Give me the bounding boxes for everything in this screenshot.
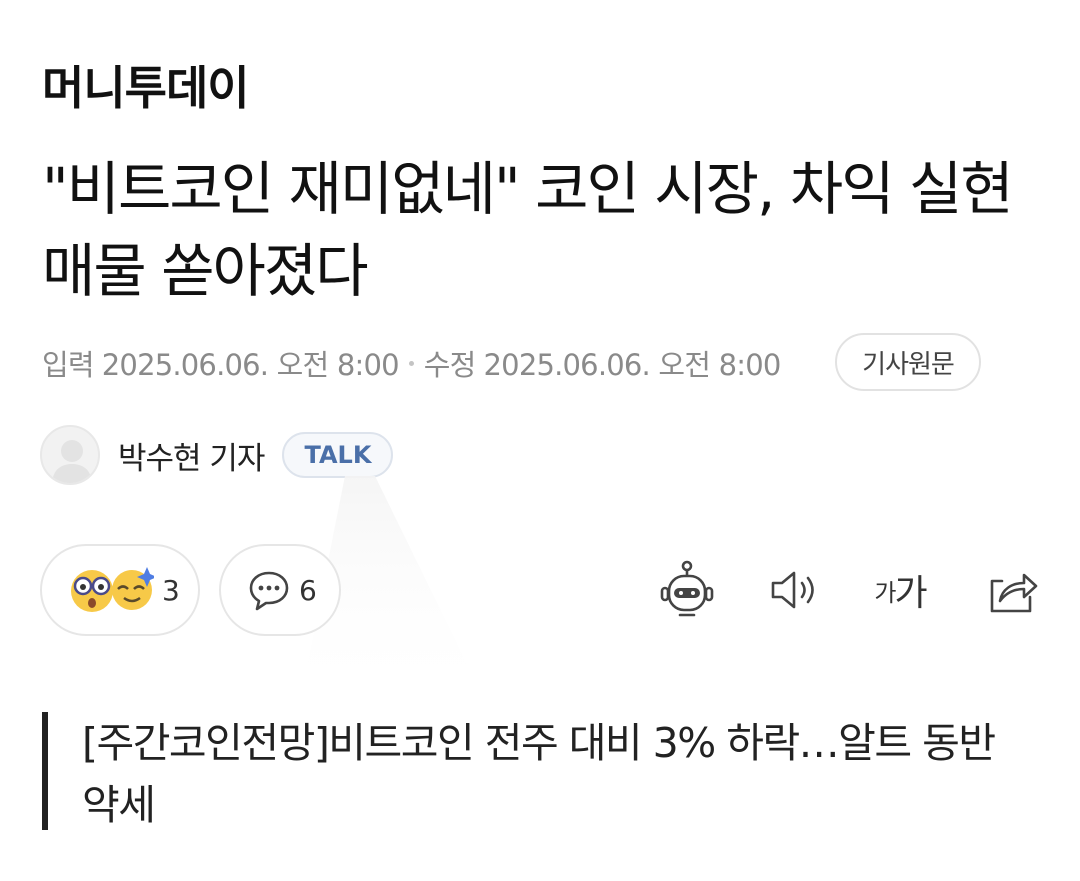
comment-count: 6 bbox=[299, 573, 317, 607]
speaker-icon bbox=[771, 571, 814, 609]
share-icon bbox=[990, 573, 1038, 613]
share-button[interactable] bbox=[976, 555, 1046, 625]
reaction-emoji-icon bbox=[71, 567, 154, 612]
reaction-count: 3 bbox=[162, 573, 180, 607]
modified-label: 수정 bbox=[423, 348, 477, 382]
article-meta: 입력 2025.06.06. 오전 8:00 수정 2025.06.06. 오전… bbox=[42, 334, 781, 392]
meta-separator bbox=[408, 360, 414, 366]
font-size-large-glyph: 가 bbox=[894, 573, 927, 614]
press-name[interactable]: 머니투데이 bbox=[42, 52, 250, 118]
talk-button[interactable]: TALK bbox=[282, 432, 394, 478]
article-headline: "비트코인 재미없네" 코인 시장, 차익 실현 매물 쏟아졌다 bbox=[42, 155, 1014, 305]
font-size-small-glyph: 가 bbox=[874, 578, 896, 607]
font-size-button[interactable]: 가가 bbox=[865, 555, 935, 625]
read-aloud-button[interactable] bbox=[758, 555, 828, 625]
original-article-button[interactable]: 기사원문 bbox=[835, 333, 981, 391]
speech-bubble-icon bbox=[249, 571, 289, 611]
modified-datetime: 2025.06.06. 오전 8:00 bbox=[483, 348, 782, 382]
summary-button[interactable] bbox=[652, 555, 722, 625]
input-datetime: 2025.06.06. 오전 8:00 bbox=[101, 348, 400, 382]
person-silhouette-icon[interactable] bbox=[40, 425, 100, 485]
robot-icon bbox=[660, 560, 714, 617]
comment-button[interactable]: 6 bbox=[219, 544, 341, 636]
reaction-button[interactable]: 3 bbox=[40, 544, 200, 636]
input-label: 입력 bbox=[42, 348, 95, 382]
article-subheadline: [주간코인전망]비트코인 전주 대비 3% 하락…알트 동반 약세 bbox=[42, 712, 1022, 830]
reporter-name[interactable]: 박수현 기자 bbox=[118, 433, 265, 478]
